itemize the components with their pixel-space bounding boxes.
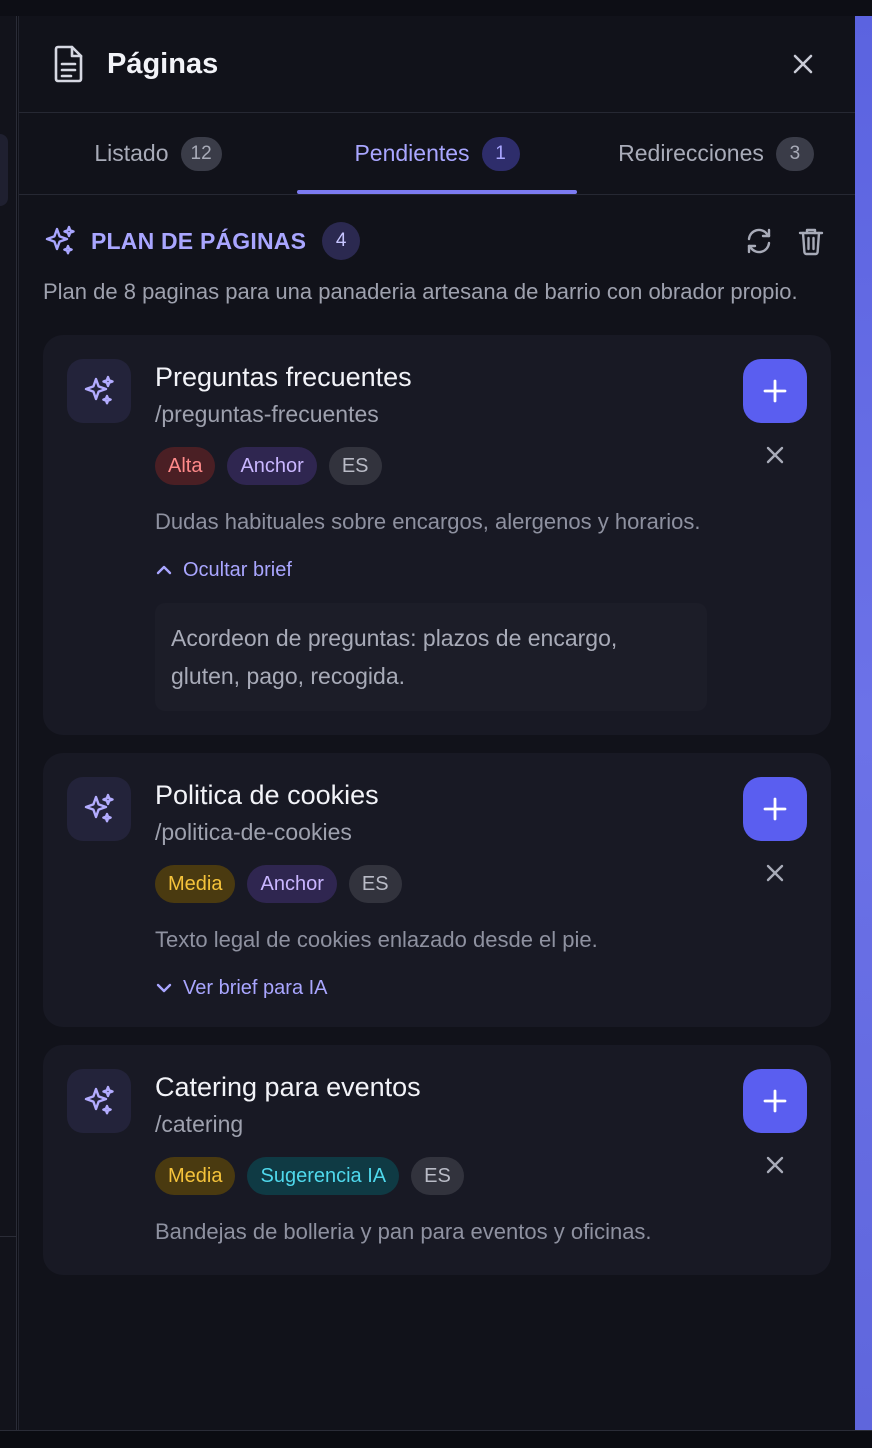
priority-badge: Media [155,1157,236,1195]
tab-redirecciones[interactable]: Redirecciones 3 [577,113,855,194]
add-page-button[interactable] [743,777,807,841]
close-icon [766,864,784,882]
plan-header: PLAN DE PÁGINAS 4 [19,195,855,260]
refresh-button[interactable] [739,221,779,261]
page-name: Politica de cookies [155,780,379,810]
brief-toggle-label: Ocultar brief [183,558,292,581]
brief-toggle[interactable]: Ocultar brief [155,555,707,585]
plus-icon [763,379,787,403]
ai-suggestion-badge: Sugerencia IA [247,1157,400,1195]
tab-count-badge: 12 [180,136,222,171]
tab-label: Pendientes [354,140,470,166]
page-suggestions-list: Preguntas frecuentes /preguntas-frecuent… [19,311,855,1275]
close-icon [793,54,813,74]
sparkles-icon [84,1085,114,1115]
page-description: Bandejas de bolleria y pan para eventos … [155,1219,652,1244]
page-description: Texto legal de cookies enlazado desde el… [155,927,598,952]
background-sidebar [0,16,17,1430]
panel-title: Páginas [107,47,219,80]
close-icon [766,446,784,464]
page-suggestion-card: Politica de cookies /politica-de-cookies… [43,753,831,1027]
page-tags: Media Anchor ES [155,865,707,903]
plan-title: PLAN DE PÁGINAS [91,227,307,254]
document-icon [51,44,87,84]
add-page-button[interactable] [743,1069,807,1133]
delete-plan-button[interactable] [791,221,831,261]
type-badge: Anchor [227,447,317,485]
tab-label: Listado [94,140,169,166]
dismiss-suggestion-button[interactable] [761,859,789,887]
refresh-icon [747,228,771,254]
dismiss-suggestion-button[interactable] [761,1151,789,1179]
card-avatar [67,1069,131,1133]
background-sidebar-item [0,134,8,206]
page-slug: /catering [155,1111,244,1137]
page-description: Dudas habituales sobre encargos, alergen… [155,509,701,534]
background-divider [0,1236,17,1237]
card-avatar [67,359,131,423]
sparkles-icon [43,224,77,258]
page-suggestion-card: Preguntas frecuentes /preguntas-frecuent… [43,335,831,735]
page-tags: Alta Anchor ES [155,447,707,485]
page-slug: /politica-de-cookies [155,819,352,845]
panel-tabs: Listado 12 Pendientes 1 Redirecciones 3 [19,113,855,195]
close-button[interactable] [783,44,823,84]
plus-icon [763,797,787,821]
card-avatar [67,777,131,841]
tab-count-badge: 1 [481,136,520,171]
language-badge: ES [348,865,402,903]
plus-icon [763,1089,787,1113]
page-slug: /preguntas-frecuentes [155,401,379,427]
page-tags: Media Sugerencia IA ES [155,1157,707,1195]
sparkles-icon [84,793,114,823]
background-accent-panel [855,16,872,1430]
close-icon [766,1156,784,1174]
page-name: Preguntas frecuentes [155,362,412,392]
plan-count-badge: 4 [322,222,361,260]
page-name: Catering para eventos [155,1072,421,1102]
tab-pendientes[interactable]: Pendientes 1 [297,113,577,194]
priority-badge: Alta [155,447,216,485]
page-brief: Acordeon de preguntas: plazos de encargo… [155,603,707,711]
language-badge: ES [411,1157,464,1195]
chevron-down-icon [156,983,172,993]
tab-label: Redirecciones [618,140,764,166]
pages-panel: Páginas Listado 12 Pendientes 1 Redirecc… [18,16,855,1430]
priority-badge: Media [155,865,236,903]
background-footer [0,1430,872,1448]
trash-icon [798,228,824,256]
language-badge: ES [328,447,382,485]
brief-toggle[interactable]: Ver brief para IA [155,973,707,1003]
dismiss-suggestion-button[interactable] [761,441,789,469]
brief-toggle-label: Ver brief para IA [183,976,328,999]
plan-description: Plan de 8 paginas para una panaderia art… [43,279,798,304]
type-badge: Anchor [247,865,337,903]
chevron-up-icon [156,565,172,575]
add-page-button[interactable] [743,359,807,423]
tab-count-badge: 3 [775,136,814,171]
tab-listado[interactable]: Listado 12 [19,113,297,194]
page-suggestion-card: Catering para eventos /catering Media Su… [43,1045,831,1275]
sparkles-icon [84,375,114,405]
panel-header: Páginas [19,16,855,113]
